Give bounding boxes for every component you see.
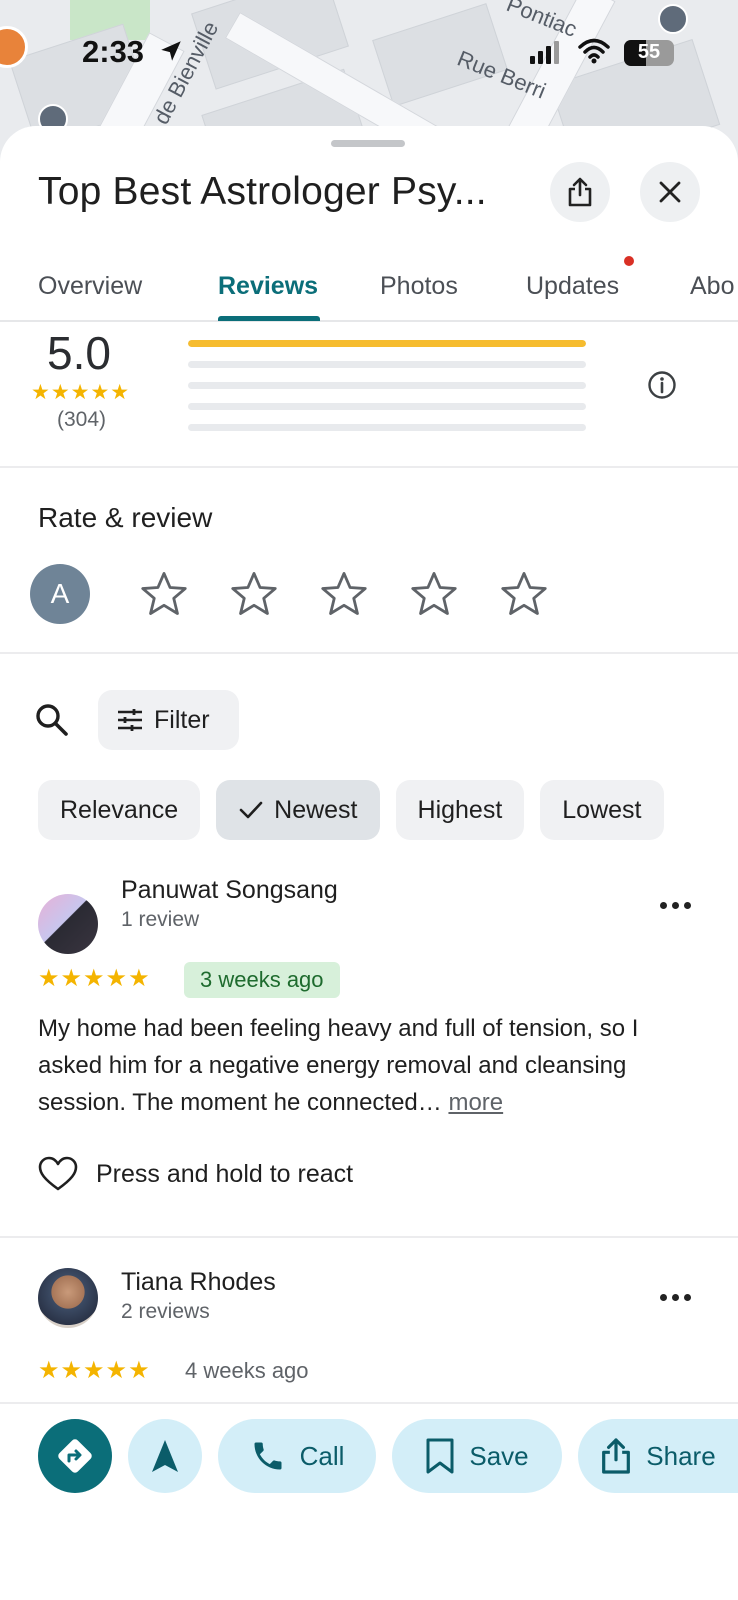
- close-button[interactable]: [640, 162, 700, 222]
- start-navigation-button[interactable]: [128, 1419, 202, 1493]
- rating-bar-1: [188, 424, 586, 431]
- reviewer-name[interactable]: Panuwat Songsang: [121, 876, 338, 905]
- share-icon: [568, 177, 592, 207]
- tab-reviews[interactable]: Reviews: [218, 272, 318, 301]
- sort-chip-lowest[interactable]: Lowest: [540, 780, 664, 840]
- status-time: 2:33: [82, 34, 145, 69]
- info-icon[interactable]: [647, 370, 677, 400]
- star-outline-icon[interactable]: [138, 568, 190, 620]
- more-options-icon[interactable]: [660, 1294, 691, 1301]
- rate-stars: [138, 568, 550, 620]
- place-sheet: Top Best Astrologer Psy... Overview Revi…: [0, 126, 738, 1600]
- review-stars: ★★★★★: [38, 1357, 151, 1384]
- phone-icon: [254, 1442, 282, 1470]
- react-label: Press and hold to react: [96, 1159, 354, 1188]
- place-title: Top Best Astrologer Psy...: [38, 170, 487, 213]
- divider: [0, 652, 738, 654]
- battery-icon: 55: [624, 40, 674, 66]
- sort-chip-newest[interactable]: Newest: [216, 780, 380, 840]
- reviewer-review-count: 2 reviews: [121, 1300, 210, 1323]
- star-outline-icon[interactable]: [408, 568, 460, 620]
- close-icon: [659, 181, 681, 203]
- check-icon: [239, 801, 263, 819]
- share-label: Share: [646, 1440, 716, 1471]
- directions-button[interactable]: [38, 1419, 112, 1493]
- rating-count: (304): [57, 408, 107, 431]
- more-options-icon[interactable]: [660, 902, 691, 909]
- save-button[interactable]: Save: [392, 1419, 562, 1493]
- notification-dot: [624, 256, 634, 266]
- more-link[interactable]: more: [448, 1089, 503, 1116]
- wifi-icon: [578, 38, 610, 64]
- cellular-signal-icon: [530, 40, 559, 64]
- heart-icon: [38, 1156, 78, 1191]
- reviewer-review-count: 1 review: [121, 908, 200, 931]
- chip-label: Lowest: [562, 795, 642, 824]
- filter-label: Filter: [154, 705, 210, 734]
- filter-button[interactable]: Filter: [98, 690, 239, 750]
- reviewer-avatar[interactable]: [38, 1268, 98, 1328]
- star-outline-icon[interactable]: [228, 568, 280, 620]
- location-arrow-icon: [161, 41, 181, 61]
- share-button[interactable]: [550, 162, 610, 222]
- call-button[interactable]: Call: [218, 1419, 376, 1493]
- transit-poi-icon[interactable]: [658, 4, 688, 34]
- rating-bar-5: [188, 340, 586, 347]
- tab-overview[interactable]: Overview: [38, 272, 142, 301]
- divider: [0, 466, 738, 468]
- sort-chip-relevance[interactable]: Relevance: [38, 780, 201, 840]
- chip-label: Newest: [274, 795, 358, 824]
- review-stars: ★★★★★: [38, 965, 151, 992]
- chip-label: Relevance: [60, 795, 179, 824]
- map-street-label: Pontiac: [503, 0, 581, 42]
- rating-bar-4: [188, 361, 586, 368]
- navigation-arrow-icon: [152, 1440, 178, 1472]
- chip-label: Highest: [417, 795, 503, 824]
- review-text: My home had been feeling heavy and full …: [38, 1010, 698, 1121]
- share-icon: [602, 1438, 631, 1474]
- filter-sliders-icon: [118, 709, 142, 731]
- reviewer-name[interactable]: Tiana Rhodes: [121, 1268, 276, 1297]
- reviewer-avatar[interactable]: [38, 894, 98, 954]
- tab-about[interactable]: Abo: [690, 272, 734, 301]
- star-outline-icon[interactable]: [318, 568, 370, 620]
- rate-review-title: Rate & review: [38, 502, 213, 533]
- tab-photos[interactable]: Photos: [380, 272, 458, 301]
- rating-bar-2: [188, 403, 586, 410]
- average-rating: 5.0: [47, 327, 111, 379]
- active-tab-indicator: [218, 316, 320, 321]
- bookmark-icon: [426, 1438, 454, 1474]
- save-label: Save: [469, 1440, 529, 1471]
- review-date: 3 weeks ago: [200, 967, 324, 992]
- rating-distribution: [188, 340, 586, 445]
- average-stars: ★★★★★: [31, 381, 131, 404]
- sort-chips: Relevance Newest Highest Lowest: [38, 780, 664, 840]
- action-bar: Call Save Share: [0, 1402, 738, 1600]
- review-date: 4 weeks ago: [185, 1358, 309, 1383]
- review-body: My home had been feeling heavy and full …: [38, 1015, 639, 1116]
- user-avatar: A: [30, 564, 90, 624]
- search-icon[interactable]: [34, 702, 70, 738]
- review-date-badge: 3 weeks ago: [184, 962, 340, 998]
- divider: [0, 1236, 738, 1238]
- rating-bar-3: [188, 382, 586, 389]
- rating-bar-fill: [188, 340, 586, 347]
- sort-chip-highest[interactable]: Highest: [395, 780, 525, 840]
- drag-handle[interactable]: [331, 140, 405, 147]
- call-label: Call: [299, 1440, 345, 1471]
- directions-icon: [58, 1439, 92, 1473]
- star-outline-icon[interactable]: [498, 568, 550, 620]
- tab-updates[interactable]: Updates: [526, 272, 619, 301]
- share-place-button[interactable]: Share: [578, 1419, 738, 1493]
- react-button[interactable]: Press and hold to react: [38, 1156, 353, 1192]
- battery-level: 55: [637, 41, 661, 63]
